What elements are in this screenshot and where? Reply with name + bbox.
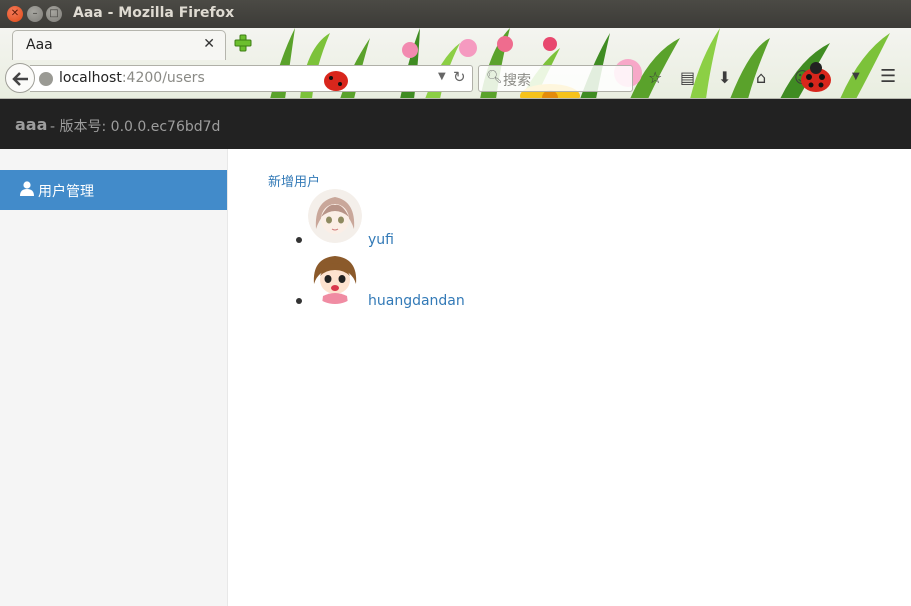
app-brand[interactable]: aaa	[15, 115, 47, 134]
app-navbar: aaa - 版本号: 0.0.0.ec76bd7d	[0, 99, 911, 149]
browser-tab[interactable]: Aaa ✕	[12, 30, 226, 60]
globe-icon	[39, 72, 53, 86]
add-user-link[interactable]: 新增用户	[268, 171, 320, 190]
back-button[interactable]	[5, 63, 35, 93]
app-version: - 版本号: 0.0.0.ec76bd7d	[50, 119, 221, 135]
main-content: 新增用户 yufi huangdandan	[228, 149, 911, 606]
reload-icon[interactable]: ↻	[453, 68, 466, 86]
bookmark-star-icon[interactable]: ☆	[648, 68, 662, 87]
window-minimize-button[interactable]: –	[27, 6, 43, 22]
user-name-link[interactable]: yufi	[368, 232, 394, 248]
avatar[interactable]	[308, 250, 362, 304]
sidebar: 用户管理	[0, 149, 228, 606]
ladybug-icon	[801, 62, 831, 92]
tab-title: Aaa	[26, 37, 53, 53]
window-close-button[interactable]: ✕	[7, 6, 23, 22]
user-icon	[20, 181, 34, 196]
new-tab-icon[interactable]	[234, 34, 252, 52]
download-icon[interactable]: ⬇	[718, 68, 731, 87]
window-title: Aaa - Mozilla Firefox	[73, 5, 235, 21]
avatar[interactable]	[308, 189, 362, 243]
dropdown-icon[interactable]: ▼	[852, 71, 860, 82]
back-arrow-icon	[12, 72, 28, 86]
ladybug-icon	[324, 71, 348, 91]
sidebar-item-user-management[interactable]: 用户管理	[0, 170, 227, 210]
window-titlebar: ✕ – □ Aaa - Mozilla Firefox	[0, 0, 911, 28]
search-placeholder: 搜索	[503, 73, 531, 89]
list-bullet	[296, 237, 302, 243]
bookmarks-list-icon[interactable]: ▤	[680, 68, 695, 87]
list-item: huangdandan	[296, 250, 596, 309]
url-bar[interactable]: localhost:4200/users ▼ ↻	[30, 65, 473, 92]
url-text[interactable]: localhost:4200/users	[59, 70, 205, 86]
tab-close-icon[interactable]: ✕	[203, 36, 215, 52]
navigation-toolbar: localhost:4200/users ▼ ↻ 🔍︎ 搜索 ☆ ▤ ⬇ ⌂ ☺…	[0, 60, 911, 98]
search-icon: 🔍︎	[486, 70, 503, 85]
list-bullet	[296, 298, 302, 304]
user-name-link[interactable]: huangdandan	[368, 293, 465, 309]
window-maximize-button[interactable]: □	[46, 6, 62, 22]
menu-icon[interactable]: ☰	[880, 66, 896, 87]
list-item: yufi	[296, 189, 596, 248]
search-bar[interactable]: 🔍︎ 搜索	[478, 65, 633, 92]
history-dropdown-icon[interactable]: ▼	[438, 71, 446, 82]
home-icon[interactable]: ⌂	[756, 68, 766, 87]
browser-chrome: Aaa ✕ localhost:4200/users ▼ ↻ 🔍︎ 搜索 ☆ ▤…	[0, 28, 911, 99]
sidebar-item-label: 用户管理	[38, 184, 94, 200]
